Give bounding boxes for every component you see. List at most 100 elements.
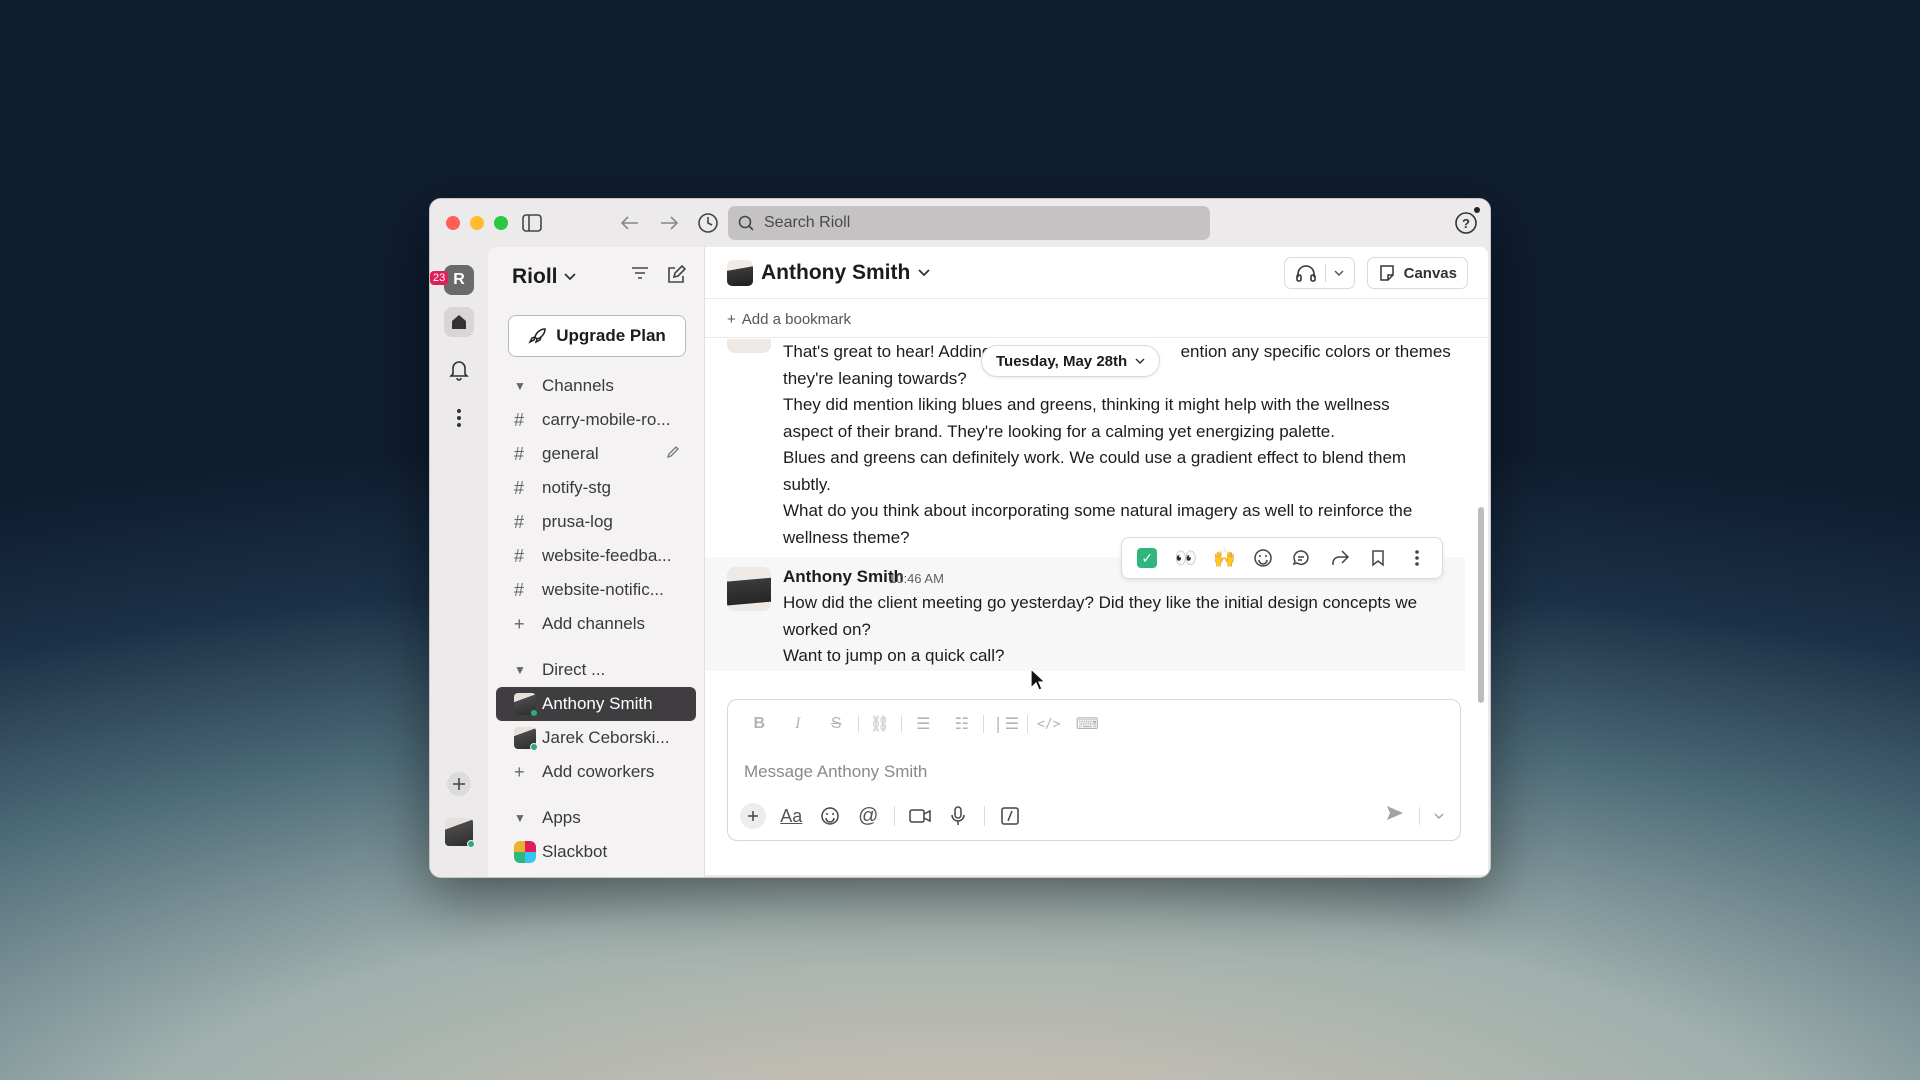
hash-icon: # [514,409,525,430]
mention-icon[interactable]: @ [849,802,888,830]
add-workspace-icon[interactable] [444,769,474,799]
blockquote-icon[interactable]: ❘☰ [986,714,1025,734]
workspace-name: Rioll [512,265,558,288]
avatar [514,693,538,717]
bookmark-icon[interactable] [1359,542,1398,574]
help-icon[interactable]: ? [1454,211,1478,235]
text-format-toggle[interactable]: Aa [772,802,811,830]
reaction-raised-hands-icon[interactable]: 🙌 [1205,542,1244,574]
reply-thread-icon[interactable] [1282,542,1321,574]
app-name: Slackbot [542,842,608,861]
canvas-label: Canvas [1403,264,1457,282]
sidebar-channel-item[interactable]: # notify-stg [496,471,696,505]
sidebar-dm-anthony-smith[interactable]: Anthony Smith [496,687,696,721]
ordered-list-icon[interactable]: ☰ [904,714,943,734]
video-icon[interactable] [901,802,940,830]
canvas-button[interactable]: Canvas [1366,257,1468,289]
send-icon[interactable] [1385,804,1405,827]
channel-name: website-feedba... [542,546,672,565]
italic-icon[interactable]: I [779,715,818,733]
activity-bell-icon[interactable] [444,355,474,385]
pencil-icon[interactable] [666,444,680,464]
emoji-icon[interactable] [811,802,850,830]
home-icon[interactable] [444,307,474,337]
zoom-window-button[interactable] [494,216,508,230]
message-text: worked on? [783,619,871,639]
conversation-pane: Anthony Smith Canvas + Add a bookmark Th… [704,247,1488,875]
microphone-icon[interactable] [939,802,978,830]
chevron-down-icon [918,269,930,277]
workspace-initial: R [453,271,465,288]
chevron-down-icon[interactable] [1434,807,1444,825]
compose-icon[interactable] [666,264,687,290]
sidebar-channel-item[interactable]: # prusa-log [496,505,696,539]
back-arrow-icon[interactable] [618,211,642,235]
bookmark-label: Add a bookmark [741,311,851,328]
avatar[interactable] [727,567,771,611]
composer-actions: Aa @ [740,802,1029,830]
close-window-button[interactable] [446,216,460,230]
code-block-icon[interactable]: ⌨ [1068,714,1107,734]
caret-down-icon: ▼ [514,663,526,677]
sidebar-app-slackbot[interactable]: Slackbot [496,835,696,869]
conversation-title-menu[interactable]: Anthony Smith [727,260,930,286]
reaction-eyes-icon[interactable]: 👀 [1167,542,1206,574]
avatar [727,260,753,286]
bold-icon[interactable]: B [740,715,779,733]
workspace-name-menu[interactable]: Rioll [512,265,576,289]
history-clock-icon[interactable] [696,211,720,235]
minimize-window-button[interactable] [470,216,484,230]
sidebar-channel-item[interactable]: # carry-mobile-ro... [496,403,696,437]
message-composer[interactable]: B I S ⛓ ☰ ☷ ❘☰ </> ⌨ Message Anthony Smi… [727,699,1461,841]
filter-icon[interactable] [630,265,650,290]
bulleted-list-icon[interactable]: ☷ [943,714,982,734]
shortcuts-slash-icon[interactable] [991,802,1030,830]
message-scrollbar[interactable] [1478,507,1484,703]
channel-name: notify-stg [542,478,611,497]
message-input[interactable]: Message Anthony Smith [744,762,927,782]
sidebar-channel-item[interactable]: # general [496,437,696,471]
apps-section-toggle[interactable]: ▼ Apps [496,801,696,835]
conversation-header: Anthony Smith Canvas [705,247,1488,299]
forward-arrow-icon[interactable] [657,211,681,235]
add-bookmark-button[interactable]: + Add a bookmark [727,311,851,328]
divider [705,337,1488,338]
reaction-check-icon[interactable]: ✓ [1128,542,1167,574]
sidebar-list: ▼ Channels # carry-mobile-ro... # general #… [496,369,696,869]
sidebar-channel-item[interactable]: # website-notific... [496,573,696,607]
attach-plus-icon[interactable] [740,803,766,829]
caret-down-icon: ▼ [514,379,526,393]
message-timestamp[interactable]: 10:46 AM [889,571,944,586]
code-icon[interactable]: </> [1030,717,1069,732]
canvas-icon [1379,265,1394,281]
sidebar-channel-item[interactable]: # website-feedba... [496,539,696,573]
channels-section-toggle[interactable]: ▼ Channels [496,369,696,403]
channel-name: carry-mobile-ro... [542,410,671,429]
sidebar-toggle-icon[interactable] [520,211,544,235]
user-avatar[interactable] [444,817,475,848]
link-icon[interactable]: ⛓ [861,714,900,734]
slackbot-icon [514,841,536,863]
add-channels-button[interactable]: + Add channels [496,607,696,641]
workspace-switcher[interactable]: R [444,265,474,295]
message-text: Want to jump on a quick call? [783,646,1005,665]
strikethrough-icon[interactable]: S [817,715,856,733]
more-actions-icon[interactable] [1398,542,1437,574]
add-coworkers-button[interactable]: + Add coworkers [496,755,696,789]
message-actions-toolbar: ✓ 👀 🙌 [1121,537,1443,579]
chevron-down-icon[interactable] [1334,269,1344,277]
help-notification-dot [1474,207,1480,213]
plus-icon: + [514,613,525,634]
search-bar[interactable]: Search Rioll [728,206,1210,240]
upgrade-plan-button[interactable]: Upgrade Plan [508,315,686,357]
more-vertical-icon[interactable] [444,403,474,433]
forward-icon[interactable] [1321,542,1360,574]
huddle-button[interactable] [1283,257,1355,289]
add-reaction-icon[interactable] [1244,542,1283,574]
direct-section-toggle[interactable]: ▼ Direct ... [496,653,696,687]
message-sender[interactable]: Anthony Smith [783,567,904,587]
sidebar-dm-jarek[interactable]: Jarek Ceborski... [496,721,696,755]
message-text: subtly. [783,474,831,494]
workspace-rail: R 23 [430,247,488,877]
send-controls [1385,804,1444,827]
